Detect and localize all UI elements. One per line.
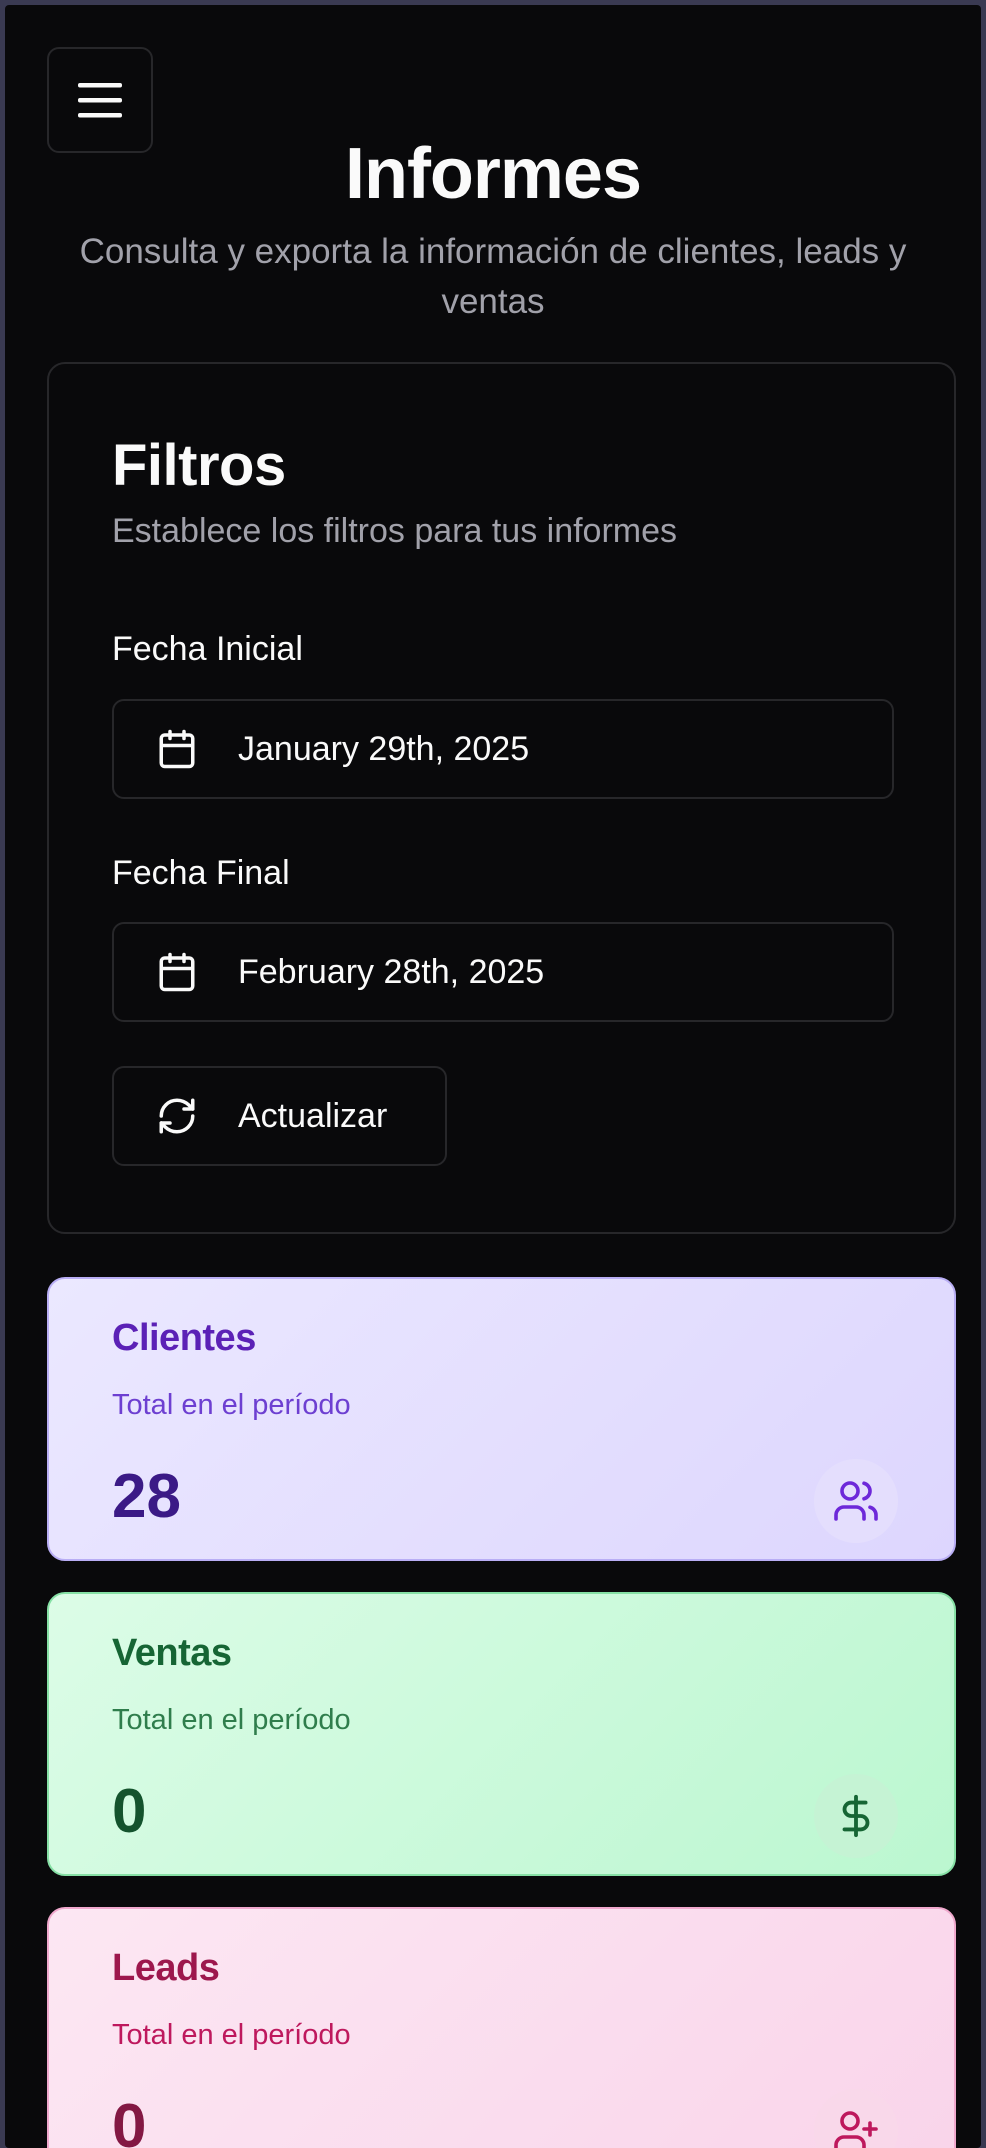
leads-value: 0 xyxy=(112,2092,147,2148)
dollar-icon xyxy=(814,1774,898,1858)
ventas-stat-card: Ventas Total en el período 0 xyxy=(47,1592,956,1876)
clientes-title: Clientes xyxy=(112,1317,256,1359)
filters-card: Filtros Establece los filtros para tus i… xyxy=(47,362,956,1234)
start-date-picker[interactable]: January 29th, 2025 xyxy=(112,699,894,799)
start-date-value: January 29th, 2025 xyxy=(238,729,530,768)
end-date-value: February 28th, 2025 xyxy=(238,952,545,991)
refresh-icon xyxy=(156,1095,198,1137)
ventas-description: Total en el período xyxy=(112,1704,351,1736)
end-date-label: Fecha Final xyxy=(112,854,290,892)
refresh-button[interactable]: Actualizar xyxy=(112,1066,447,1166)
hamburger-menu-icon xyxy=(78,83,122,118)
clientes-description: Total en el período xyxy=(112,1389,351,1421)
ventas-title: Ventas xyxy=(112,1632,232,1674)
calendar-icon xyxy=(156,728,198,770)
users-icon xyxy=(814,1459,898,1543)
leads-title: Leads xyxy=(112,1947,220,1989)
clientes-value: 28 xyxy=(112,1462,181,1531)
page-subtitle: Consulta y exporta la información de cli… xyxy=(79,232,907,321)
filters-title: Filtros xyxy=(112,433,286,498)
refresh-label: Actualizar xyxy=(238,1096,388,1135)
user-plus-icon xyxy=(814,2089,898,2148)
calendar-icon xyxy=(156,951,198,993)
leads-stat-card: Leads Total en el período 0 xyxy=(47,1907,956,2148)
end-date-picker[interactable]: February 28th, 2025 xyxy=(112,922,894,1022)
filters-description: Establece los filtros para tus informes xyxy=(112,512,678,550)
app-frame: Informes Consulta y exporta la informaci… xyxy=(5,5,981,2148)
leads-description: Total en el período xyxy=(112,2019,351,2051)
ventas-value: 0 xyxy=(112,1777,147,1846)
clientes-stat-card: Clientes Total en el período 28 xyxy=(47,1277,956,1561)
start-date-label: Fecha Inicial xyxy=(112,630,303,668)
page-title: Informes xyxy=(344,134,642,214)
